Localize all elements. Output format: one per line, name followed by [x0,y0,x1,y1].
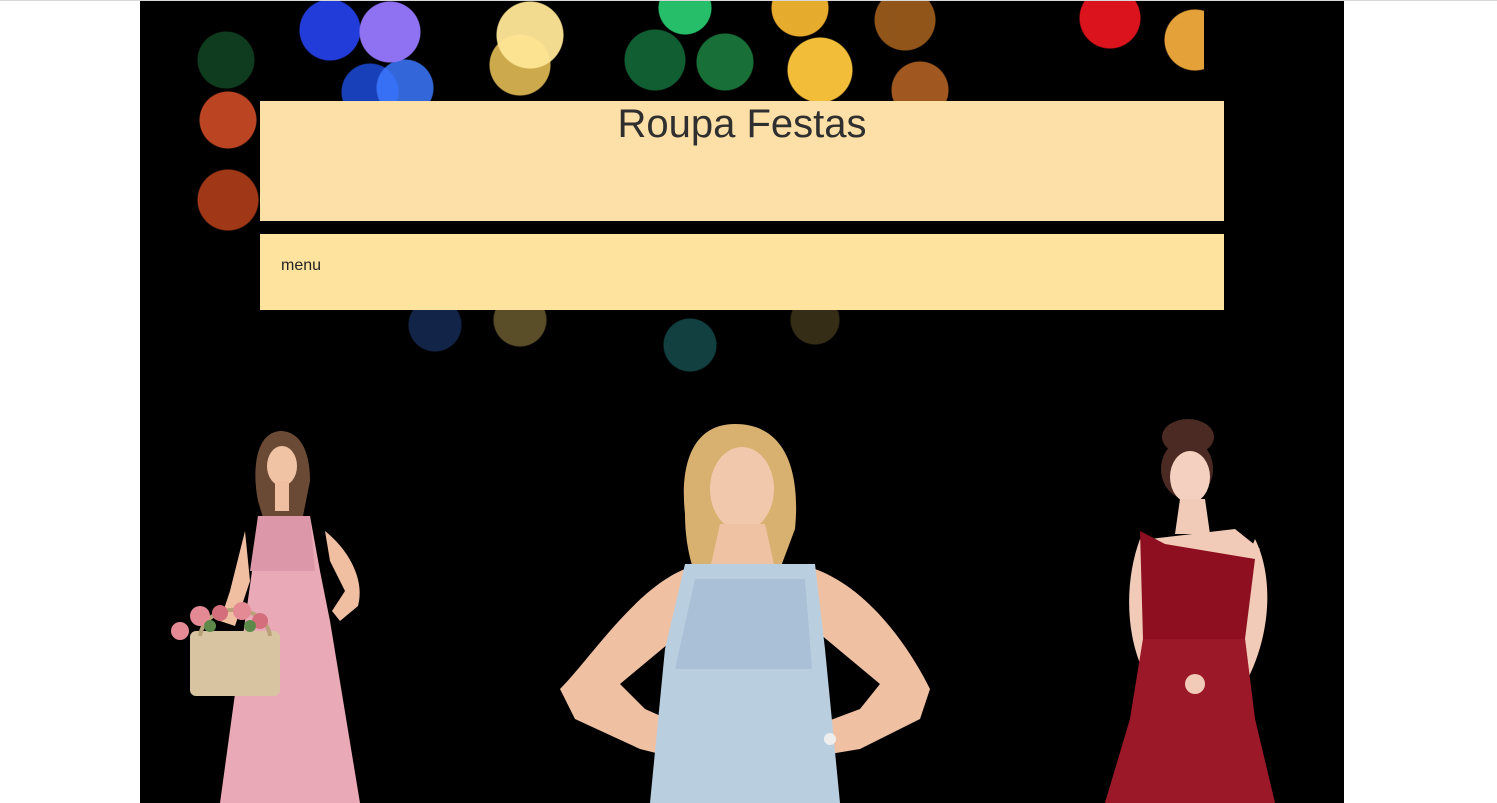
menu-bar: menu [260,234,1224,310]
model-red-dress-image [1095,419,1285,803]
page: Roupa Festas menu [0,0,1497,803]
site-title: Roupa Festas [617,102,867,146]
model-lightblue-dress-image [550,419,940,803]
model-pink-dress-image [160,421,420,803]
site-header: Roupa Festas [260,101,1224,221]
menu-link[interactable]: menu [281,257,321,275]
